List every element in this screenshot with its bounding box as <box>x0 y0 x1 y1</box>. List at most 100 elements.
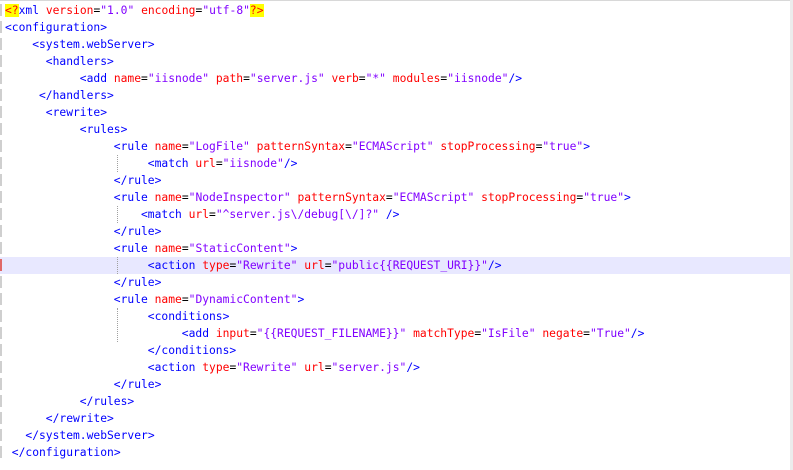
code-token-attr: version <box>45 4 94 17</box>
line-margin-marker <box>0 293 2 305</box>
code-line[interactable]: <rule name="LogFile" patternSyntax="ECMA… <box>0 138 790 155</box>
code-token-attr: name <box>113 72 142 85</box>
code-line[interactable]: </handlers> <box>0 87 790 104</box>
code-token-punct: <match <box>141 208 189 221</box>
code-token-val: "LogFile" <box>188 140 250 153</box>
code-text: <add input="{{REQUEST_FILENAME}}" matchT… <box>182 326 645 341</box>
code-token-punct: <rule <box>113 242 155 255</box>
code-token-text: = <box>358 72 366 85</box>
code-token-attr: matchType <box>413 327 475 340</box>
code-token-attr: name <box>154 293 182 306</box>
code-text: </rule> <box>114 275 162 290</box>
line-margin-marker <box>0 344 2 356</box>
code-line[interactable]: </rule> <box>0 274 790 291</box>
code-token-val: "true" <box>542 140 584 153</box>
code-text: <match url="^server.js\/debug[\/]?" /> <box>141 207 399 222</box>
code-token-val: "public{{REQUEST_URI}}" <box>331 259 488 272</box>
code-text: <rule name="StaticContent"> <box>114 241 298 256</box>
code-token-punct: <rule <box>113 293 155 306</box>
code-line[interactable]: <rewrite> <box>0 104 790 121</box>
code-line[interactable]: </conditions> <box>0 342 790 359</box>
code-text: <rule name="DynamicContent"> <box>114 292 304 307</box>
code-line[interactable]: <action type="Rewrite" url="public{{REQU… <box>0 257 790 274</box>
code-line[interactable]: <add name="iisnode" path="server.js" ver… <box>0 70 790 87</box>
code-line[interactable]: <match url="^server.js\/debug[\/]?" /> <box>0 206 790 223</box>
code-text: <rules> <box>80 122 128 137</box>
code-token-punct: <conditions> <box>147 310 230 323</box>
code-token-punct: </configuration> <box>11 446 121 459</box>
code-token-attr: negate <box>542 327 584 340</box>
code-line[interactable]: </rule> <box>0 223 790 240</box>
line-margin-marker <box>0 140 2 152</box>
indent-guide <box>116 308 118 342</box>
code-token-punct: > <box>297 293 305 306</box>
code-line[interactable]: </configuration> <box>0 444 790 461</box>
code-token-attr: verb <box>331 72 359 85</box>
code-text: <configuration> <box>5 20 107 35</box>
code-text: <rewrite> <box>46 105 107 120</box>
code-text: </handlers> <box>39 88 114 103</box>
code-token-attr: patternSyntax <box>297 191 386 204</box>
code-token-attr: encoding <box>141 4 196 17</box>
line-margin-marker <box>0 242 2 254</box>
line-margin-marker <box>0 4 2 16</box>
code-editor[interactable]: <?xml version="1.0" encoding="utf-8"?> <c… <box>0 0 793 470</box>
code-line[interactable]: </system.webServer> <box>0 427 790 444</box>
code-line[interactable]: <handlers> <box>0 53 790 70</box>
code-line[interactable]: <rule name="NodeInspector" patternSyntax… <box>0 189 790 206</box>
code-line[interactable]: <configuration> <box>0 19 790 36</box>
code-token-text: = <box>141 72 148 85</box>
editor-top-border <box>0 0 793 1</box>
code-line[interactable]: </rewrite> <box>0 410 790 427</box>
code-text: </configuration> <box>12 445 121 460</box>
line-margin-marker <box>0 89 2 101</box>
code-line[interactable]: <conditions> <box>0 308 790 325</box>
code-line[interactable]: <system.webServer> <box>0 36 790 53</box>
code-token-val: "True" <box>589 327 631 340</box>
code-token-attr: type <box>202 361 230 374</box>
code-token-val: "ECMAScript" <box>351 140 434 153</box>
code-token-text: = <box>583 327 590 340</box>
code-token-punct: /> <box>508 72 523 85</box>
code-token-attr: stopProcessing <box>481 191 577 204</box>
code-token-punct: </rules> <box>79 395 135 408</box>
code-line[interactable]: </rule> <box>0 376 790 393</box>
code-line[interactable]: <add input="{{REQUEST_FILENAME}}" matchT… <box>0 325 790 342</box>
line-margin-marker <box>0 412 2 424</box>
line-margin-marker <box>0 378 2 390</box>
line-margin-marker <box>0 259 2 271</box>
code-line[interactable]: <rule name="DynamicContent"> <box>0 291 790 308</box>
code-line[interactable]: <match url="iisnode"/> <box>0 155 790 172</box>
code-line[interactable]: </rule> <box>0 172 790 189</box>
code-token-val: "NodeInspector" <box>188 191 291 204</box>
code-token-punct: xml <box>18 4 46 17</box>
code-line[interactable]: </rules> <box>0 393 790 410</box>
code-token-attr: type <box>202 259 230 272</box>
code-token-attr: url <box>195 157 216 170</box>
line-margin-marker <box>0 174 2 186</box>
code-token-text: = <box>181 293 189 306</box>
code-token-punct: <action <box>147 361 203 374</box>
code-line[interactable]: <action type="Rewrite" url="server.js"/> <box>0 359 790 376</box>
code-token-punct: > <box>624 191 631 204</box>
code-line[interactable]: <rules> <box>0 121 790 138</box>
code-token-text: = <box>385 191 393 204</box>
code-token-attr: url <box>304 361 325 374</box>
code-text: </rule> <box>114 377 162 392</box>
code-token-text: = <box>324 259 332 272</box>
line-margin-marker <box>0 395 2 407</box>
code-text: <action type="Rewrite" url="server.js"/> <box>148 360 420 375</box>
indent-guide <box>116 206 118 223</box>
code-line[interactable]: <rule name="StaticContent"> <box>0 240 790 257</box>
code-text: <match url="iisnode"/> <box>148 156 298 171</box>
line-margin-marker <box>0 123 2 135</box>
code-token-text: = <box>324 361 332 374</box>
code-token-punct: </rewrite> <box>45 412 114 425</box>
code-token-punct: </handlers> <box>39 89 114 102</box>
code-token-val: "IsFile" <box>481 327 536 340</box>
code-text: <rule name="LogFile" patternSyntax="ECMA… <box>114 139 590 154</box>
code-text: <?xml version="1.0" encoding="utf-8"?> <box>5 3 264 18</box>
code-line[interactable]: <?xml version="1.0" encoding="utf-8"?> <box>0 2 790 19</box>
code-token-punct: <system.webServer> <box>32 38 155 51</box>
